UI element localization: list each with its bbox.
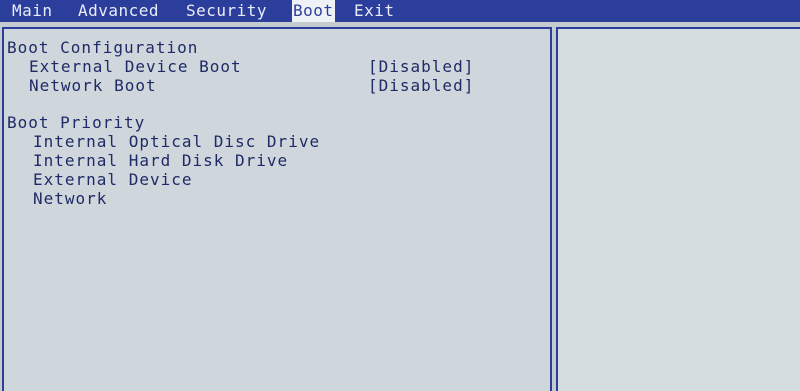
boot-priority-item[interactable]: Network — [33, 190, 107, 208]
network-boot-value[interactable]: [Disabled] — [368, 77, 474, 95]
tab-boot[interactable]: Boot — [292, 0, 335, 22]
boot-priority-item[interactable]: External Device — [33, 171, 193, 189]
help-pane — [556, 27, 800, 391]
external-device-boot-label[interactable]: External Device Boot — [29, 58, 242, 76]
tab-exit[interactable]: Exit — [354, 0, 395, 22]
boot-priority-item[interactable]: Internal Hard Disk Drive — [33, 152, 288, 170]
settings-pane: Boot Configuration External Device Boot … — [2, 27, 552, 391]
boot-configuration-heading: Boot Configuration — [7, 38, 199, 57]
network-boot-label[interactable]: Network Boot — [29, 77, 157, 95]
tab-main[interactable]: Main — [12, 0, 53, 22]
tab-security[interactable]: Security — [186, 0, 267, 22]
external-device-boot-value[interactable]: [Disabled] — [368, 58, 474, 76]
tab-advanced[interactable]: Advanced — [78, 0, 159, 22]
menu-bar: Main Advanced Security Boot Exit — [0, 0, 800, 22]
boot-priority-item[interactable]: Internal Optical Disc Drive — [33, 133, 320, 151]
boot-priority-heading: Boot Priority — [7, 113, 146, 132]
